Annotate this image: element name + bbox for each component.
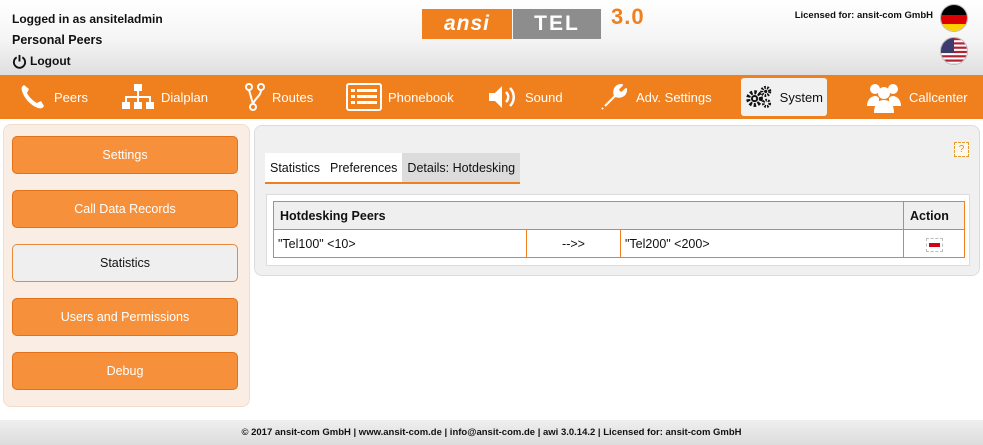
nav-item-dialplan[interactable]: Dialplan	[117, 78, 212, 116]
header-action: Action	[903, 201, 965, 230]
ansitel-logo: ansi TEL 3.0	[422, 4, 645, 39]
nav-label-phonebook: Phonebook	[388, 89, 454, 105]
peer-from-cell: "Tel100" <10>	[273, 229, 527, 258]
footer-text: © 2017 ansit-com GmbH | www.ansit-com.de…	[241, 427, 742, 438]
logged-in-text: Logged in as ansiteladmin	[12, 12, 163, 26]
header-hotdesking-peers: Hotdesking Peers	[273, 201, 904, 230]
sidebar-item-debug[interactable]: Debug	[12, 352, 238, 390]
phone-icon	[21, 85, 44, 109]
personal-peers-link[interactable]: Personal Peers	[12, 30, 163, 51]
table-row: "Tel100" <10> -->> "Tel200" <200>	[273, 229, 965, 258]
nav-item-adv-settings[interactable]: Adv. Settings	[594, 78, 716, 116]
german-flag-icon[interactable]	[940, 4, 968, 32]
main-nav: Peers Dialplan Routes Phonebook Sound Ad…	[0, 75, 983, 119]
peer-to-cell: "Tel200" <200>	[620, 229, 904, 258]
list-icon	[346, 83, 382, 111]
sidebar-item-statistics[interactable]: Statistics	[12, 244, 238, 282]
delete-button[interactable]	[925, 237, 943, 252]
main-panel: ? Statistics Preferences Details: Hotdes…	[254, 125, 980, 276]
nav-label-sound: Sound	[525, 89, 563, 105]
arrow-cell: -->>	[526, 229, 621, 258]
nav-item-sound[interactable]: Sound	[483, 78, 567, 116]
logo-tel: TEL	[513, 9, 601, 39]
hotdesking-table: Hotdesking Peers Action "Tel100" <10> --…	[273, 201, 965, 258]
footer: © 2017 ansit-com GmbH | www.ansit-com.de…	[0, 420, 983, 445]
sidebar-item-call-data-records[interactable]: Call Data Records	[12, 190, 238, 228]
hotdesking-table-container: Hotdesking Peers Action "Tel100" <10> --…	[266, 194, 970, 266]
table-header-row: Hotdesking Peers Action	[273, 201, 965, 230]
tab-statistics[interactable]: Statistics	[265, 153, 325, 182]
routes-icon	[245, 83, 265, 111]
speaker-icon	[489, 86, 515, 108]
header: Logged in as ansiteladmin Personal Peers…	[0, 0, 983, 75]
minus-icon	[928, 242, 940, 247]
logout-button[interactable]: Logout	[12, 51, 163, 72]
nav-item-peers[interactable]: Peers	[14, 78, 92, 116]
tab-details-hotdesking[interactable]: Details: Hotdesking	[402, 153, 521, 182]
users-icon	[867, 84, 901, 113]
action-cell	[903, 229, 965, 258]
nav-label-adv-settings: Adv. Settings	[636, 89, 712, 105]
nav-label-system: System	[779, 89, 823, 105]
wrench-icon	[601, 84, 627, 110]
nav-label-dialplan: Dialplan	[161, 89, 208, 105]
nav-item-routes[interactable]: Routes	[240, 78, 317, 116]
nav-item-system[interactable]: System	[741, 78, 827, 116]
user-info: Logged in as ansiteladmin Personal Peers…	[12, 9, 163, 72]
nav-label-routes: Routes	[272, 89, 314, 105]
nav-label-callcenter: Callcenter	[909, 89, 968, 105]
us-flag-icon[interactable]	[940, 37, 968, 65]
power-icon	[12, 54, 27, 69]
sidebar-item-settings[interactable]: Settings	[12, 136, 238, 174]
logo-version: 3.0	[611, 4, 645, 29]
gears-icon	[746, 85, 772, 108]
nav-label-peers: Peers	[54, 89, 88, 105]
logo-ansi: ansi	[422, 9, 512, 39]
logout-label: Logout	[30, 54, 71, 68]
tab-bar: Statistics Preferences Details: Hotdeski…	[265, 153, 521, 184]
help-icon[interactable]: ?	[954, 142, 969, 157]
license-text: Licensed for: ansit-com GmbH	[794, 10, 933, 21]
sitemap-icon	[122, 84, 154, 109]
nav-item-callcenter[interactable]: Callcenter	[861, 78, 972, 116]
sidebar-item-users-and-permissions[interactable]: Users and Permissions	[12, 298, 238, 336]
nav-item-phonebook[interactable]: Phonebook	[342, 78, 458, 116]
tab-preferences[interactable]: Preferences	[325, 153, 402, 182]
sidebar: Settings Call Data Records Statistics Us…	[3, 124, 250, 407]
